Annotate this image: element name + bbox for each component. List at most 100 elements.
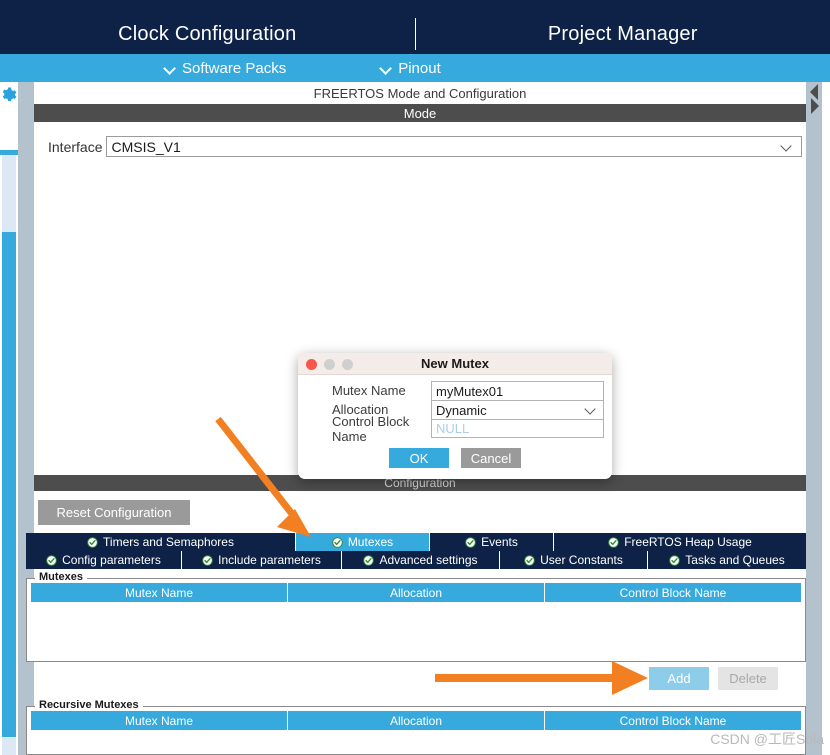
- watermark: CSDN @工匠Sola: [710, 731, 824, 747]
- dialog-fields: Mutex Name myMutex01 Allocation Dynamic Cont…: [306, 381, 604, 444]
- tab-advanced-settings[interactable]: Advanced settings: [342, 551, 500, 569]
- interface-label: Interface: [48, 138, 103, 155]
- dialog-field-input[interactable]: NULL: [431, 419, 604, 438]
- tab-label: Mutexes: [347, 535, 394, 549]
- right-splitter[interactable]: [806, 82, 822, 755]
- chevron-down-icon: [586, 405, 597, 416]
- tab-label: Tasks and Queues: [685, 553, 785, 567]
- mutexes-table-header: Mutex Name Allocation Control Block Name: [31, 583, 801, 602]
- add-button[interactable]: Add: [649, 667, 709, 690]
- close-icon[interactable]: [306, 359, 317, 370]
- chevron-down-icon: [381, 63, 392, 74]
- nav-item-project-manager[interactable]: Project Manager: [416, 14, 830, 54]
- tab-freertos-heap-usage[interactable]: FreeRTOS Heap Usage: [554, 533, 806, 551]
- check-circle-icon: [202, 554, 213, 566]
- check-circle-icon: [46, 554, 57, 566]
- subnav-item-software-packs[interactable]: Software Packs: [165, 60, 286, 77]
- dialog-title-bar[interactable]: New Mutex: [298, 353, 612, 375]
- column-header[interactable]: Mutex Name: [31, 711, 288, 730]
- dialog-field-placeholder: NULL: [436, 421, 470, 436]
- check-circle-icon: [524, 554, 535, 566]
- cancel-button[interactable]: Cancel: [461, 448, 521, 468]
- subnav-item-label: Pinout: [398, 59, 441, 77]
- tab-label: User Constants: [540, 553, 623, 567]
- check-circle-icon: [87, 536, 98, 548]
- sub-navigation-bar: Software Packs Pinout: [0, 54, 830, 82]
- app-window: Clock Configuration Project Manager Soft…: [0, 0, 830, 755]
- mutexes-table-actions: Add Delete: [34, 665, 806, 693]
- nav-item-label: Clock Configuration: [118, 22, 297, 45]
- check-circle-icon: [465, 536, 476, 548]
- tab-timers-and-semaphores[interactable]: Timers and Semaphores: [26, 533, 296, 551]
- check-circle-icon: [332, 536, 343, 548]
- dialog-actions: OK Cancel: [306, 448, 604, 468]
- chevron-down-icon: [165, 63, 176, 74]
- collapse-arrows-icon[interactable]: [807, 82, 821, 142]
- column-header[interactable]: Mutex Name: [31, 583, 288, 602]
- recursive-mutexes-table-header: Mutex Name Allocation Control Block Name: [31, 711, 801, 730]
- reset-toolbar: Reset Configuration: [34, 491, 806, 533]
- panel-title: FREERTOS Mode and Configuration: [34, 82, 806, 104]
- left-rail: [0, 82, 18, 755]
- left-rail-tool-area: [0, 82, 18, 122]
- chevron-down-icon: [782, 142, 793, 153]
- tab-include-parameters[interactable]: Include parameters: [182, 551, 342, 569]
- tab-user-constants[interactable]: User Constants: [500, 551, 648, 569]
- tab-label: Config parameters: [62, 553, 161, 567]
- window-controls: [306, 359, 353, 370]
- dialog-body: Mutex Name myMutex01 Allocation Dynamic Cont…: [298, 375, 612, 468]
- dialog-field-select[interactable]: Dynamic: [431, 400, 604, 419]
- nav-item-clock-configuration[interactable]: Clock Configuration: [0, 14, 415, 54]
- minimize-icon[interactable]: [324, 359, 335, 370]
- recursive-mutexes-group: Recursive Mutexes Mutex Name Allocation Co…: [26, 699, 806, 755]
- tab-label: FreeRTOS Heap Usage: [624, 535, 752, 549]
- dialog-field-label: Control Block Name: [332, 413, 410, 444]
- tab-label: Include parameters: [218, 553, 321, 567]
- delete-button: Delete: [718, 667, 778, 690]
- interface-select[interactable]: CMSIS_V1: [106, 136, 802, 157]
- new-mutex-dialog: New Mutex Mutex Name myMutex01 Allocation D…: [298, 353, 612, 479]
- mutexes-group: Mutexes Mutex Name Allocation Control Bloc…: [26, 571, 806, 662]
- mode-section-label: Mode: [403, 105, 437, 121]
- title-strip: [0, 0, 830, 14]
- zoom-icon[interactable]: [342, 359, 353, 370]
- tab-label: Events: [481, 535, 518, 549]
- tab-config-parameters[interactable]: Config parameters: [26, 551, 182, 569]
- subnav-item-label: Software Packs: [182, 59, 287, 77]
- vertical-scrollbar-thumb[interactable]: [2, 232, 16, 737]
- tab-row-secondary: Config parameters Include parameters Advan…: [26, 551, 806, 569]
- tab-events[interactable]: Events: [430, 533, 554, 551]
- mutexes-table-body[interactable]: [31, 602, 801, 657]
- interface-value: CMSIS_V1: [111, 138, 181, 155]
- dialog-field-row: Control Block Name NULL: [306, 414, 604, 444]
- mode-section-header: Mode: [34, 104, 806, 122]
- check-circle-icon: [363, 554, 375, 566]
- column-header[interactable]: Control Block Name: [545, 583, 801, 602]
- panel-title-label: FREERTOS Mode and Configuration: [313, 85, 527, 101]
- dialog-field-input[interactable]: myMutex01: [431, 381, 604, 400]
- dialog-field-label: Mutex Name: [332, 383, 406, 398]
- reset-configuration-button[interactable]: Reset Configuration: [38, 500, 190, 525]
- tab-label: Timers and Semaphores: [103, 535, 234, 549]
- tab-tasks-and-queues[interactable]: Tasks and Queues: [648, 551, 806, 569]
- gear-icon[interactable]: [0, 86, 18, 104]
- column-header[interactable]: Allocation: [288, 711, 545, 730]
- main-navigation-bar: Clock Configuration Project Manager: [0, 14, 830, 54]
- dialog-field-row: Mutex Name myMutex01: [306, 381, 604, 400]
- dialog-field-value: myMutex01: [436, 383, 504, 399]
- check-circle-icon: [608, 536, 619, 548]
- mutexes-group-label: Mutexes: [35, 571, 88, 583]
- subnav-item-pinout[interactable]: Pinout: [381, 60, 441, 77]
- ok-button[interactable]: OK: [389, 448, 449, 468]
- recursive-mutexes-group-label: Recursive Mutexes: [35, 699, 143, 711]
- column-header[interactable]: Control Block Name: [545, 711, 801, 730]
- tab-mutexes[interactable]: Mutexes: [296, 533, 430, 551]
- interface-row: Interface CMSIS_V1: [34, 136, 806, 157]
- recursive-mutexes-table-body[interactable]: [31, 730, 801, 754]
- check-circle-icon: [669, 554, 681, 566]
- column-header[interactable]: Allocation: [288, 583, 545, 602]
- tab-label: Advanced settings: [379, 553, 478, 567]
- tab-row-primary: Timers and Semaphores Mutexes Events FreeRT…: [26, 533, 806, 551]
- dialog-field-value: Dynamic: [436, 402, 487, 418]
- nav-item-label: Project Manager: [547, 22, 698, 45]
